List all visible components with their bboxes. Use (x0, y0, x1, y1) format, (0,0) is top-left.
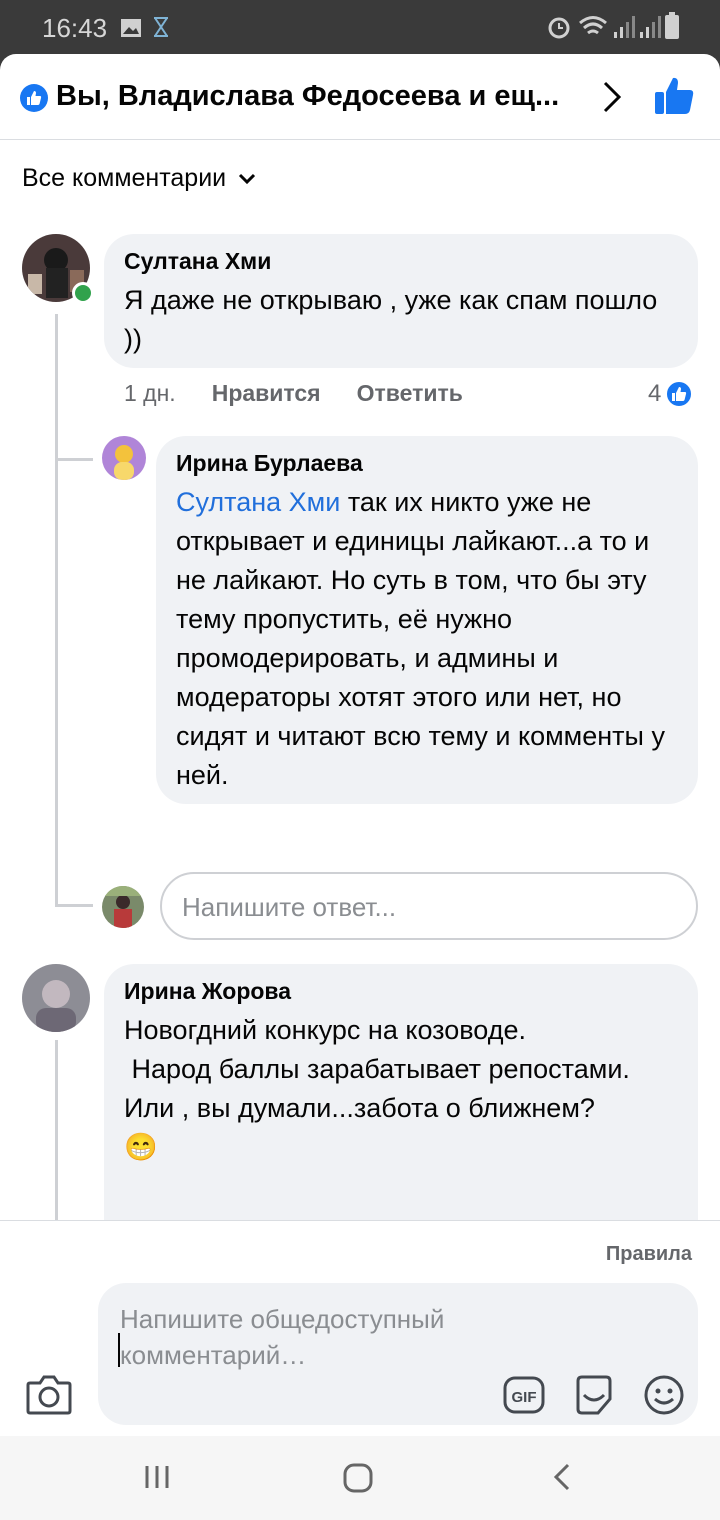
reply-author[interactable]: Ирина Бурлаева (176, 450, 678, 477)
comment-bubble[interactable]: Султана Хми Я даже не открываю , уже как… (104, 234, 698, 368)
comment-text: Я даже не открываю , уже как спам пошло … (124, 285, 665, 354)
comment-text: Новогдний конкурс на козоводе. Народ бал… (124, 1015, 630, 1162)
comment-author[interactable]: Ирина Жорова (124, 978, 678, 1005)
comments-sheet: Вы, Владислава Федосеева и ещ... Все ком… (0, 54, 720, 1436)
thread-branch (55, 904, 93, 907)
hourglass-icon (154, 17, 168, 37)
reply-body: так их никто уже не открывает и единицы … (176, 487, 673, 790)
chevron-down-icon (239, 173, 256, 184)
battery-icon (665, 12, 679, 39)
online-status-dot (72, 282, 94, 304)
thread-line (55, 1040, 58, 1240)
signal-icon (614, 16, 635, 38)
like-badge-icon (20, 84, 48, 112)
my-avatar (102, 886, 144, 928)
thumbs-up-icon[interactable] (652, 74, 696, 118)
gallery-icon (121, 19, 141, 37)
like-button[interactable]: Нравится (212, 380, 321, 407)
avatar[interactable] (22, 964, 90, 1032)
comment-input[interactable]: Напишите общедоступный комментарий… GIF (98, 1283, 698, 1425)
reply-bubble[interactable]: Ирина Бурлаева Султана Хми так их никто … (156, 436, 698, 804)
reply-placeholder: Напишите ответ... (182, 892, 397, 922)
reactors-title: Вы, Владислава Федосеева и ещ... (56, 80, 560, 112)
rules-link[interactable]: Правила (606, 1243, 692, 1266)
text-caret (118, 1333, 120, 1367)
mention-link[interactable]: Султана Хми (176, 487, 340, 517)
comment-composer: Правила Напишите общедоступный комментар… (0, 1220, 720, 1436)
home-icon[interactable] (342, 1462, 374, 1494)
reactions-header[interactable]: Вы, Владислава Федосеева и ещ... (0, 54, 720, 140)
gif-label: GIF (512, 1389, 537, 1406)
reaction-count-value: 4 (648, 380, 662, 407)
gif-icon[interactable]: GIF (502, 1373, 546, 1417)
camera-icon[interactable] (26, 1373, 72, 1415)
filter-label: Все комментарии (22, 164, 227, 192)
comment-author[interactable]: Султана Хми (124, 248, 678, 275)
comment-age: 1 дн. (124, 380, 176, 406)
reply-text: Султана Хми так их никто уже не открывае… (176, 483, 678, 795)
alarm-icon (548, 17, 570, 39)
reply-input[interactable]: Напишите ответ... (160, 872, 698, 940)
recents-icon[interactable] (142, 1462, 172, 1492)
comment-actions: 1 дн. Нравится Ответить (124, 380, 463, 407)
chevron-right-icon[interactable] (600, 80, 624, 114)
system-nav-bar (0, 1436, 720, 1520)
wifi-icon (579, 16, 607, 35)
avatar[interactable] (102, 436, 146, 480)
back-icon[interactable] (550, 1462, 574, 1492)
emoji-icon[interactable] (642, 1373, 686, 1417)
reply-button[interactable]: Ответить (357, 380, 463, 407)
like-badge-icon (665, 380, 694, 408)
comment-bubble[interactable]: Ирина Жорова Новогдний конкурс на козово… (104, 964, 698, 1264)
status-time: 16:43 (42, 13, 108, 43)
comments-filter[interactable]: Все комментарии (22, 164, 258, 193)
reaction-count[interactable]: 4 (648, 380, 694, 408)
sticker-icon[interactable] (572, 1373, 616, 1417)
thread-line (55, 314, 58, 904)
signal-2-icon (640, 16, 661, 38)
comment-placeholder: Напишите общедоступный комментарий… (120, 1304, 445, 1370)
status-bar: 16:43 (0, 0, 720, 54)
thread-branch (55, 458, 93, 461)
